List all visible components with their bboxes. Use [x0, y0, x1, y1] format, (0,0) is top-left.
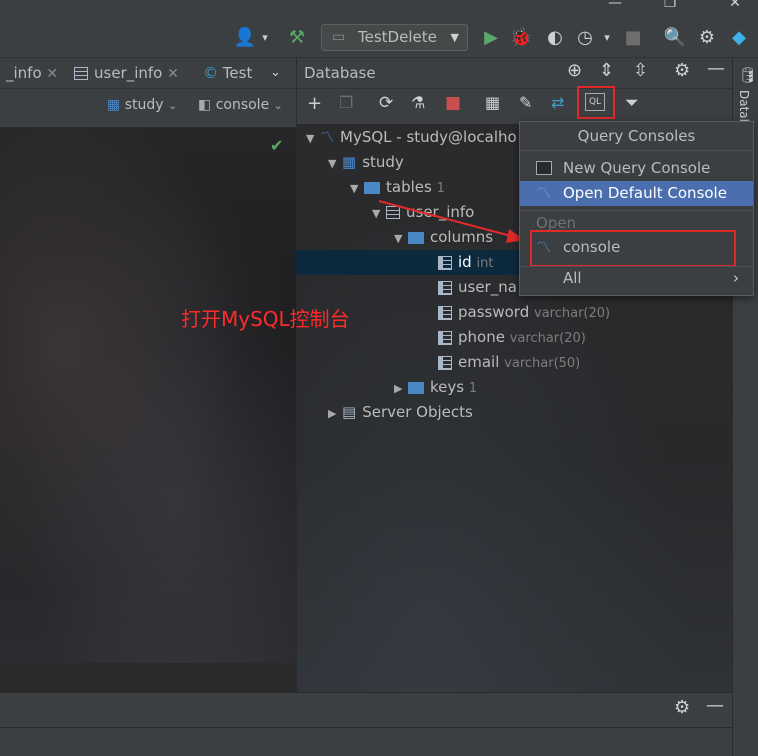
- coverage-icon[interactable]: ◐: [542, 25, 568, 51]
- run-config-icon: ▭: [332, 29, 346, 45]
- tree-column-user-name[interactable]: user_na: [438, 275, 517, 300]
- properties-icon[interactable]: ⚗: [411, 93, 425, 112]
- tab-user-info[interactable]: user_info ✕: [74, 58, 179, 88]
- jump-to-console-icon[interactable]: ⇄: [551, 93, 564, 112]
- plugin-logo-icon[interactable]: ◆: [726, 25, 752, 51]
- schema-icon: ▦: [107, 97, 121, 113]
- user-dropdown-icon[interactable]: ▾: [252, 25, 278, 51]
- close-window-icon[interactable]: ✕: [720, 0, 750, 14]
- mysql-icon: 〽: [320, 129, 334, 146]
- chevron-down-icon: ⌄: [167, 99, 178, 112]
- tabs-chevron-down-icon[interactable]: ⌄: [270, 58, 281, 88]
- editor-subbar: ▦ study ⌄ ◧ console ⌄: [0, 89, 296, 128]
- locate-icon[interactable]: ⊕: [567, 60, 582, 81]
- bottom-hide-icon[interactable]: —: [706, 695, 724, 716]
- check-icon: ✔: [270, 136, 284, 155]
- chevron-right-icon: ›: [733, 269, 739, 287]
- chevron-down-icon: ⌄: [273, 99, 283, 112]
- database-panel-title: Database: [304, 64, 376, 82]
- bottom-divider: [0, 727, 732, 728]
- popup-divider: [520, 210, 753, 211]
- console-item-highlight: [530, 230, 736, 267]
- run-config-select[interactable]: ▭ TestDelete ▼: [321, 24, 468, 51]
- debug-icon[interactable]: 🐞: [508, 25, 534, 51]
- profile-dropdown-icon[interactable]: ▾: [594, 25, 620, 51]
- table-view-icon[interactable]: ▦: [485, 93, 500, 112]
- folder-icon: [408, 381, 424, 394]
- duplicate-icon[interactable]: ❐: [339, 93, 353, 112]
- chevron-down-icon: ▼: [350, 182, 359, 195]
- schema-icon: ▦: [342, 153, 357, 171]
- tree-column-email[interactable]: email varchar(50): [438, 350, 580, 375]
- run-config-label: TestDelete: [358, 28, 437, 46]
- class-icon: ©: [203, 64, 218, 82]
- refresh-icon[interactable]: ⟳: [379, 93, 393, 113]
- schema-selector[interactable]: ▦ study ⌄: [107, 97, 177, 113]
- filter-icon[interactable]: ⏷: [625, 93, 639, 113]
- edit-icon[interactable]: ✎: [519, 93, 532, 112]
- annotation-arrow: [378, 200, 525, 243]
- chevron-down-icon: ▼: [306, 132, 315, 145]
- search-icon[interactable]: 🔍: [662, 25, 688, 51]
- tree-node-datasource[interactable]: ▼ 〽 MySQL - study@localho: [306, 125, 517, 150]
- bottom-settings-icon[interactable]: ⚙: [674, 697, 690, 718]
- popup-title: Query Consoles: [520, 122, 753, 151]
- close-tab-icon[interactable]: ✕: [167, 66, 179, 82]
- chevron-down-icon: ▼: [450, 31, 459, 44]
- tree-node-keys[interactable]: ▶ keys 1: [394, 375, 477, 400]
- expand-all-icon[interactable]: ⇕: [599, 60, 614, 81]
- stop-icon[interactable]: ■: [445, 93, 461, 113]
- mysql-icon: 〽: [536, 184, 552, 202]
- column-icon: [438, 305, 452, 320]
- column-icon: [438, 330, 452, 345]
- database-toolbar: + ❐ ⟳ ⚗ ■ ▦ ✎ ⇄ QL ⏷: [296, 86, 732, 124]
- main-toolbar: 👤 ▾ ⚒ ▭ TestDelete ▼ ▶ 🐞 ◐ ◷ ▾ ■ 🔍 ⚙ ◆: [0, 18, 758, 58]
- minimize-icon[interactable]: —: [600, 0, 630, 14]
- new-query-console-item[interactable]: New Query Console: [520, 156, 753, 181]
- query-consoles-popup: Query Consoles New Query Console 〽 Open …: [519, 121, 754, 296]
- open-default-console-item[interactable]: 〽 Open Default Console: [520, 181, 753, 206]
- key-column-icon: [438, 255, 452, 270]
- chevron-down-icon: ▼: [328, 157, 337, 170]
- chevron-right-icon: ▶: [328, 407, 337, 420]
- tab-test[interactable]: © Test: [203, 58, 252, 88]
- tree-column-phone[interactable]: phone varchar(20): [438, 325, 586, 350]
- chevron-right-icon: ▶: [394, 382, 403, 395]
- hide-panel-icon[interactable]: —: [707, 58, 725, 79]
- panel-settings-icon[interactable]: ⚙: [674, 60, 690, 81]
- tab-info[interactable]: _info ✕: [6, 58, 58, 88]
- tree-node-server-objects[interactable]: ▶ ▤ Server Objects: [328, 400, 473, 425]
- database-panel-header: Database ⊕ ⇕ ⇳ ⚙ —: [296, 58, 732, 89]
- settings-icon[interactable]: ⚙: [694, 25, 720, 51]
- folder-icon: [364, 181, 380, 194]
- tree-node-schema[interactable]: ▼ ▦ study: [328, 150, 404, 175]
- database-strip-icon[interactable]: 🛢: [738, 66, 757, 84]
- build-hammer-icon[interactable]: ⚒: [284, 25, 310, 51]
- console-selector[interactable]: ◧ console ⌄: [198, 97, 283, 113]
- all-consoles-item[interactable]: All ›: [520, 266, 753, 291]
- stop-icon[interactable]: ■: [620, 25, 646, 51]
- query-console-icon[interactable]: QL: [585, 93, 605, 111]
- column-icon: [438, 280, 452, 295]
- editor-tabs: _info ✕ user_info ✕ © Test ⌄: [0, 58, 296, 89]
- run-icon[interactable]: ▶: [478, 25, 504, 51]
- tree-column-password[interactable]: password varchar(20): [438, 300, 610, 325]
- editor-background: [0, 128, 296, 663]
- table-icon: [74, 67, 88, 80]
- close-tab-icon[interactable]: ✕: [46, 66, 58, 82]
- editor-bottom-strip: [0, 663, 296, 692]
- new-console-icon: [536, 161, 552, 175]
- server-objects-icon: ▤: [342, 403, 357, 421]
- maximize-icon[interactable]: ❐: [655, 0, 685, 14]
- bottom-tool-window: ⚙ —: [0, 692, 732, 756]
- title-bar: — ❐ ✕: [0, 0, 758, 18]
- console-icon: ◧: [198, 97, 212, 113]
- add-icon[interactable]: +: [307, 93, 322, 114]
- annotation-text: 打开MySQL控制台: [181, 307, 350, 331]
- collapse-all-icon[interactable]: ⇳: [633, 60, 648, 81]
- column-icon: [438, 355, 452, 370]
